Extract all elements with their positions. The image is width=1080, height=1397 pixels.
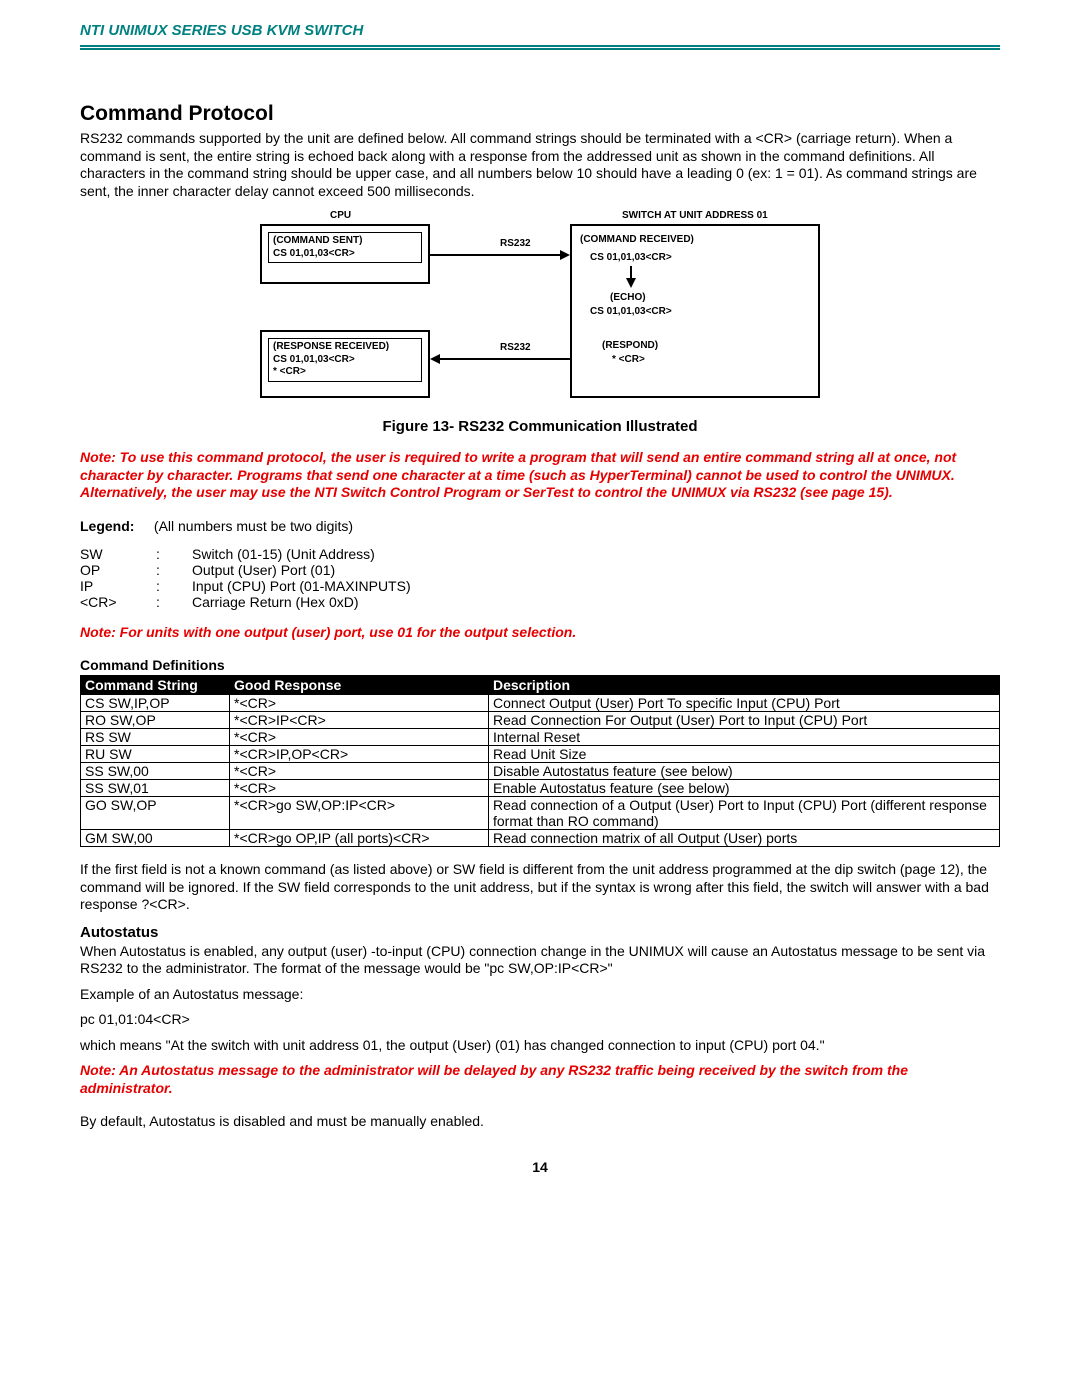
cell-description: Read Unit Size [489,746,1000,763]
closing-text: By default, Autostatus is disabled and m… [80,1113,1000,1131]
cell-response: *<CR> [230,729,489,746]
cell-description: Disable Autostatus feature (see below) [489,763,1000,780]
col-command-string: Command String [81,676,230,695]
note-1: Note: To use this command protocol, the … [80,449,1000,502]
cell-description: Internal Reset [489,729,1000,746]
note-2: Note: For units with one output (user) p… [80,624,1000,642]
note-3: Note: An Autostatus message to the admin… [80,1062,1000,1097]
cell-command: SS SW,00 [81,763,230,780]
legend-val: Carriage Return (Hex 0xD) [192,594,417,610]
cell-command: SS SW,01 [81,780,230,797]
resp-recv-title: (RESPONSE RECEIVED) [273,341,417,354]
autostatus-p2: Example of an Autostatus message: [80,986,1000,1004]
cmd-recv-title: (COMMAND RECEIVED) [580,234,694,246]
legend-label: Legend [80,518,130,534]
resp-recv-body1: CS 01,01,03<CR> [273,354,417,367]
cell-response: *<CR> [230,763,489,780]
table-row: RO SW,OP*<CR>IP<CR>Read Connection For O… [81,712,1000,729]
legend-val: Output (User) Port (01) [192,562,417,578]
section-title: Command Protocol [80,102,1000,126]
cell-response: *<CR>go OP,IP (all ports)<CR> [230,830,489,847]
table-row: SS SW,01*<CR>Enable Autostatus feature (… [81,780,1000,797]
cell-response: *<CR>IP,OP<CR> [230,746,489,763]
cell-command: CS SW,IP,OP [81,695,230,712]
legend-line: Legend: (All numbers must be two digits) [80,518,1000,534]
legend-key: IP [80,578,156,594]
legend-key: <CR> [80,594,156,610]
legend-val: Switch (01-15) (Unit Address) [192,546,417,562]
intro-text: RS232 commands supported by the unit are… [80,130,1000,200]
autostatus-example: pc 01,01:04<CR> [80,1011,1000,1029]
cmd-sent-title: (COMMAND SENT) [273,235,417,248]
table-row: GM SW,00*<CR>go OP,IP (all ports)<CR>Rea… [81,830,1000,847]
cpu-label: CPU [330,210,351,222]
respond-body: * <CR> [612,354,645,366]
cell-response: *<CR>go SW,OP:IP<CR> [230,797,489,830]
cell-description: Read connection of a Output (User) Port … [489,797,1000,830]
table-row: RS SW*<CR>Internal Reset [81,729,1000,746]
cell-command: RO SW,OP [81,712,230,729]
echo-title: (ECHO) [610,292,646,304]
cell-description: Read Connection For Output (User) Port t… [489,712,1000,729]
cell-response: *<CR> [230,695,489,712]
resp-recv-body2: * <CR> [273,366,417,379]
cell-response: *<CR> [230,780,489,797]
legend-val: Input (CPU) Port (01-MAXINPUTS) [192,578,417,594]
col-description: Description [489,676,1000,695]
cell-command: RU SW [81,746,230,763]
cmd-sent-body: CS 01,01,03<CR> [273,248,417,261]
rs232-bottom: RS232 [500,342,531,354]
cell-response: *<CR>IP<CR> [230,712,489,729]
figure-caption: Figure 13- RS232 Communication Illustrat… [80,418,1000,435]
cell-description: Enable Autostatus feature (see below) [489,780,1000,797]
col-good-response: Good Response [230,676,489,695]
cell-description: Read connection matrix of all Output (Us… [489,830,1000,847]
legend-key: SW [80,546,156,562]
respond-title: (RESPOND) [602,340,658,352]
after-table-text: If the first field is not a known comman… [80,861,1000,914]
cell-description: Connect Output (User) Port To specific I… [489,695,1000,712]
table-row: RU SW*<CR>IP,OP<CR>Read Unit Size [81,746,1000,763]
page-header: NTI UNIMUX SERIES USB KVM SWITCH [80,22,1000,39]
autostatus-title: Autostatus [80,924,1000,941]
diagram: CPU SWITCH AT UNIT ADDRESS 01 (COMMAND S… [80,210,1000,410]
table-row: CS SW,IP,OP*<CR>Connect Output (User) Po… [81,695,1000,712]
autostatus-p1: When Autostatus is enabled, any output (… [80,943,1000,978]
rs232-top: RS232 [500,238,531,250]
legend-intro: (All numbers must be two digits) [154,518,353,534]
page-number: 14 [80,1159,1000,1175]
cell-command: GO SW,OP [81,797,230,830]
echo-body: CS 01,01,03<CR> [590,306,672,318]
cell-command: RS SW [81,729,230,746]
cmd-def-title: Command Definitions [80,657,1000,673]
autostatus-p3: which means "At the switch with unit add… [80,1037,1000,1055]
cmd-recv-body: CS 01,01,03<CR> [590,252,672,264]
cell-command: GM SW,00 [81,830,230,847]
command-table: Command String Good Response Description… [80,675,1000,847]
table-row: SS SW,00*<CR>Disable Autostatus feature … [81,763,1000,780]
legend-key: OP [80,562,156,578]
table-row: GO SW,OP*<CR>go SW,OP:IP<CR>Read connect… [81,797,1000,830]
header-divider [80,45,1000,50]
legend-table: SW:Switch (01-15) (Unit Address) OP:Outp… [80,546,417,610]
switch-label: SWITCH AT UNIT ADDRESS 01 [622,210,768,222]
